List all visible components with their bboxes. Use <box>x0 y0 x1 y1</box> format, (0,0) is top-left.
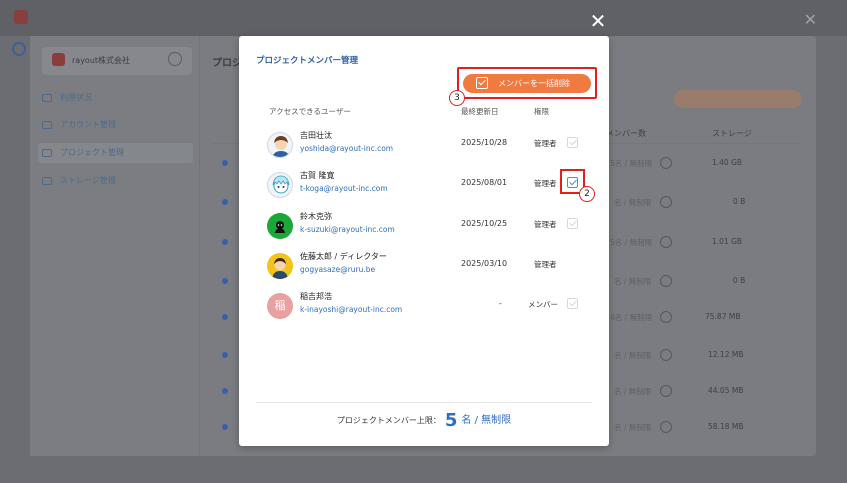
bg-col-storage: ストレージ <box>712 129 752 138</box>
bg-row-storage: 1.01 GB <box>712 237 743 246</box>
bg-close-icon: ✕ <box>803 10 817 29</box>
bg-row-members: 名 / 無制限 <box>614 277 652 286</box>
chart-icon <box>42 94 52 102</box>
member-role: 管理者 <box>534 139 557 148</box>
member-last-updated: - <box>499 299 502 308</box>
nav-usage[interactable]: 利用状況 <box>38 88 193 108</box>
bg-row-members: 5名 / 無制限 <box>610 238 653 247</box>
modal-close-icon[interactable]: ✕ <box>589 11 607 31</box>
bg-row-dot <box>222 239 228 245</box>
member-management-modal: プロジェクトメンバー管理 メンバーを一括削除 3 アクセスできるユーザー 最終更… <box>239 36 609 446</box>
bg-row-members: 4名 / 無制限 <box>610 313 653 322</box>
bg-row-members: 名 / 無制限 <box>614 387 652 396</box>
bg-row-gear-icon[interactable] <box>660 421 672 433</box>
bg-row-gear-icon[interactable] <box>660 196 672 208</box>
member-select-checkbox[interactable] <box>567 298 578 309</box>
bg-add-project-button[interactable] <box>674 90 802 108</box>
member-role: 管理者 <box>534 220 557 229</box>
bg-col-members: メンバー数 <box>606 129 646 138</box>
bg-row-gear-icon[interactable] <box>660 275 672 287</box>
member-last-updated: 2025/10/25 <box>461 219 508 228</box>
bg-row-storage: 58.18 MB <box>708 422 744 431</box>
member-select-checkbox[interactable] <box>567 218 578 229</box>
member-limit: プロジェクトメンバー上限： 5 名 / 無制限 <box>239 410 609 431</box>
nav-storage[interactable]: ストレージ管理 <box>38 171 193 191</box>
member-name: 稲吉邦浩 <box>300 292 332 301</box>
member-name: 鈴木克弥 <box>300 212 332 221</box>
bg-row-dot <box>222 424 228 430</box>
member-name: 佐藤太郎 / ディレクター <box>300 252 387 261</box>
bg-row-gear-icon[interactable] <box>660 157 672 169</box>
member-limit-count: 5 <box>444 410 458 431</box>
users-icon <box>42 121 52 129</box>
col-header-role: 権限 <box>534 107 549 116</box>
col-header-user: アクセスできるユーザー <box>269 107 351 116</box>
bg-row-storage: 12.12 MB <box>708 350 744 359</box>
bg-row-members: 名 / 無制限 <box>614 423 652 432</box>
modal-title: プロジェクトメンバー管理 <box>256 56 359 66</box>
bg-row-members: 5名 / 無制限 <box>610 159 653 168</box>
nav-projects[interactable]: プロジェクト管理 <box>38 143 193 163</box>
nav-accounts[interactable]: アカウント管理 <box>38 115 193 135</box>
member-role: メンバー <box>528 300 558 309</box>
col-header-last-updated: 最終更新日 <box>461 107 499 116</box>
member-limit-label: プロジェクトメンバー上限： <box>336 416 441 425</box>
bg-row-gear-icon[interactable] <box>660 236 672 248</box>
member-name: 古賀 隆寛 <box>300 171 335 180</box>
bg-row-storage: 75.87 MB <box>705 312 741 321</box>
member-select-checkbox[interactable] <box>567 137 578 148</box>
member-role: 管理者 <box>534 179 557 188</box>
member-email[interactable]: yoshida@rayout-inc.com <box>300 144 393 153</box>
member-row: 古賀 隆寛 t-koga@rayout-inc.com 2025/08/01 管… <box>263 168 593 208</box>
bg-row-dot <box>222 278 228 284</box>
member-last-updated: 2025/10/28 <box>461 138 508 147</box>
avatar <box>267 132 293 158</box>
member-row: 佐藤太郎 / ディレクター gogyasaze@ruru.be 2025/03/… <box>263 249 593 289</box>
callout-3: 3 <box>449 90 465 106</box>
avatar <box>267 172 293 198</box>
member-email[interactable]: t-koga@rayout-inc.com <box>300 184 388 193</box>
bg-row-members: 名 / 無制限 <box>614 198 652 207</box>
member-row: 稲 稲吉邦浩 k-inayoshi@rayout-inc.com - メンバー <box>263 289 593 329</box>
bg-row-dot <box>222 388 228 394</box>
avatar: 稲 <box>267 293 293 319</box>
member-last-updated: 2025/08/01 <box>461 178 508 187</box>
footer-divider <box>256 402 592 403</box>
cloud-icon <box>42 177 52 185</box>
member-email[interactable]: k-suzuki@rayout-inc.com <box>300 225 395 234</box>
avatar <box>267 213 293 239</box>
member-name: 吉田壮汰 <box>300 131 332 140</box>
member-last-updated: 2025/03/10 <box>461 259 508 268</box>
bg-row-dot <box>222 160 228 166</box>
member-row: 吉田壮汰 yoshida@rayout-inc.com 2025/10/28 管… <box>263 128 593 168</box>
bg-row-dot <box>222 199 228 205</box>
chat-icon <box>42 149 52 157</box>
callout-2: 2 <box>579 186 595 202</box>
bg-row-storage: 0 B <box>733 276 746 285</box>
bg-row-members: 名 / 無制限 <box>614 351 652 360</box>
bg-help-icon <box>12 42 26 56</box>
member-email[interactable]: k-inayoshi@rayout-inc.com <box>300 305 402 314</box>
member-row: 鈴木克弥 k-suzuki@rayout-inc.com 2025/10/25 … <box>263 209 593 249</box>
member-limit-value: 無制限 <box>481 415 512 426</box>
bg-row-dot <box>222 352 228 358</box>
company-name: rayout株式会社 <box>72 56 131 65</box>
bg-row-dot <box>222 314 228 320</box>
bg-row-gear-icon[interactable] <box>660 349 672 361</box>
bg-row-storage: 1.40 GB <box>712 158 743 167</box>
bg-row-gear-icon[interactable] <box>660 385 672 397</box>
avatar <box>267 253 293 279</box>
company-logo <box>52 53 65 66</box>
check-icon <box>476 77 488 89</box>
member-role: 管理者 <box>534 260 557 269</box>
app-logo <box>14 10 28 24</box>
member-select-checkbox[interactable] <box>567 177 578 188</box>
app-header <box>0 0 847 36</box>
company-gear-icon[interactable] <box>168 52 182 66</box>
member-email[interactable]: gogyasaze@ruru.be <box>300 265 375 274</box>
bg-row-storage: 0 B <box>733 197 746 206</box>
member-limit-unit: 名 / <box>461 415 482 426</box>
bg-row-storage: 44.05 MB <box>708 386 744 395</box>
bg-row-gear-icon[interactable] <box>660 311 672 323</box>
